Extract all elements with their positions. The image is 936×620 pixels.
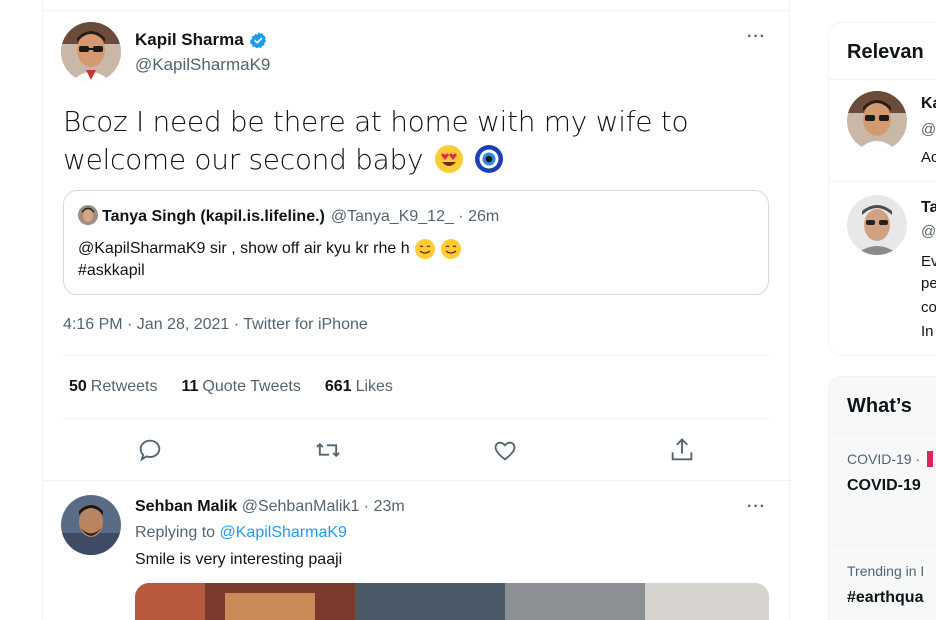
relevant-people-title: Relevan <box>847 41 924 63</box>
reply-author-avatar[interactable] <box>61 495 121 555</box>
trend-title[interactable]: #earthqua <box>847 589 923 607</box>
author-handle[interactable]: @KapilSharmaK9 <box>135 55 270 75</box>
more-options-icon[interactable]: ··· <box>747 28 766 46</box>
avatar-photo <box>78 205 98 225</box>
heart-eyes-emoji-icon <box>434 145 463 173</box>
replying-label: Replying to <box>135 524 216 541</box>
person-bio-line: co <box>921 299 936 316</box>
person-handle[interactable]: @ <box>921 223 936 240</box>
replying-handle-link[interactable]: @KapilSharmaK9 <box>220 524 347 541</box>
whats-happening-card: What’s COVID-19 · COVID-19 Trending in I… <box>828 376 936 620</box>
whats-happening-title: What’s <box>847 395 912 417</box>
tweet-timestamp[interactable]: 4:16 PM · Jan 28, 2021 · Twitter for iPh… <box>63 316 368 334</box>
avatar-photo <box>847 91 907 151</box>
like-icon[interactable] <box>491 436 519 464</box>
person-bio-line: In <box>921 323 934 340</box>
person-name[interactable]: Ta <box>921 199 936 217</box>
divider <box>829 545 936 546</box>
divider <box>43 480 791 481</box>
divider <box>829 79 936 80</box>
person-avatar[interactable] <box>847 91 907 151</box>
person-handle[interactable]: @ <box>921 121 936 138</box>
quote-author-avatar <box>78 205 98 225</box>
tweet-stats: 50 Retweets 11 Quote Tweets 661 Likes <box>69 378 393 396</box>
person-bio-line: pe <box>921 275 936 292</box>
divider <box>43 10 789 11</box>
verified-badge-icon <box>249 31 266 48</box>
tweet-column: Kapil Sharma @KapilSharmaK9 ··· Bcoz I n… <box>42 0 791 620</box>
trend-meta: COVID-19 · <box>847 451 934 467</box>
quoted-tweet[interactable]: Tanya Singh (kapil.is.lifeline.) @Tanya_… <box>63 190 769 295</box>
avatar-photo <box>61 22 121 82</box>
tweet-actions <box>63 432 769 468</box>
media-photo <box>135 583 769 620</box>
relevant-people-card: Relevan Ka @ Ac <box>828 22 936 356</box>
avatar-photo <box>61 495 121 555</box>
retweets-stat[interactable]: 50 Retweets <box>69 378 158 396</box>
retweet-icon[interactable] <box>314 436 342 464</box>
avatar-photo <box>847 195 907 255</box>
replying-to: Replying to @KapilSharmaK9 <box>135 524 347 542</box>
trend-title[interactable]: COVID-19 <box>847 477 921 495</box>
author-avatar[interactable] <box>61 22 121 82</box>
smile-emoji-icon <box>414 239 435 259</box>
divider <box>63 355 769 356</box>
author-name[interactable]: Kapil Sharma <box>135 30 244 50</box>
live-badge <box>927 451 934 467</box>
person-avatar[interactable] <box>847 195 907 255</box>
tweet-text: Bcoz I need be there at home with my wif… <box>63 103 773 179</box>
quote-author-name: Tanya Singh (kapil.is.lifeline.) <box>102 208 325 225</box>
quote-hashtag[interactable]: #askkapil <box>78 262 145 280</box>
smile-emoji-icon <box>440 239 461 259</box>
quote-header: Tanya Singh (kapil.is.lifeline.) @Tanya_… <box>102 208 499 226</box>
trend-meta-text: COVID-19 · <box>847 451 921 467</box>
author-name-row[interactable]: Kapil Sharma <box>135 30 268 50</box>
reply-icon[interactable] <box>136 436 164 464</box>
person-bio-line: Ev <box>921 253 936 270</box>
quote-text-line: @KapilSharmaK9 sir , show off air kyu kr… <box>78 238 462 260</box>
reply-author-row[interactable]: Sehban Malik @SehbanMalik1 · 23m <box>135 498 405 516</box>
tweet-body: Bcoz I need be there at home with my wif… <box>63 105 689 176</box>
reply-text: Smile is very interesting paaji <box>135 551 343 568</box>
reply-handle-time[interactable]: @SehbanMalik1 · 23m <box>242 498 405 515</box>
nazar-amulet-emoji-icon <box>475 145 504 173</box>
reply-media-image[interactable] <box>135 583 769 620</box>
divider <box>829 181 936 182</box>
likes-stat[interactable]: 661 Likes <box>325 378 393 396</box>
more-options-icon[interactable]: ··· <box>747 498 766 516</box>
quote-tweets-stat[interactable]: 11 Quote Tweets <box>182 378 301 396</box>
right-sidebar: Relevan Ka @ Ac <box>828 0 936 620</box>
share-icon[interactable] <box>668 436 696 464</box>
divider <box>63 418 769 419</box>
trend-meta: Trending in I <box>847 563 925 579</box>
quote-text: @KapilSharmaK9 sir , show off air kyu kr… <box>78 240 410 257</box>
divider <box>829 433 936 434</box>
quote-handle-time: @Tanya_K9_12_ · 26m <box>330 208 500 225</box>
person-name[interactable]: Ka <box>921 95 936 113</box>
reply-author-name[interactable]: Sehban Malik <box>135 498 237 515</box>
person-bio: Ac <box>921 149 936 166</box>
